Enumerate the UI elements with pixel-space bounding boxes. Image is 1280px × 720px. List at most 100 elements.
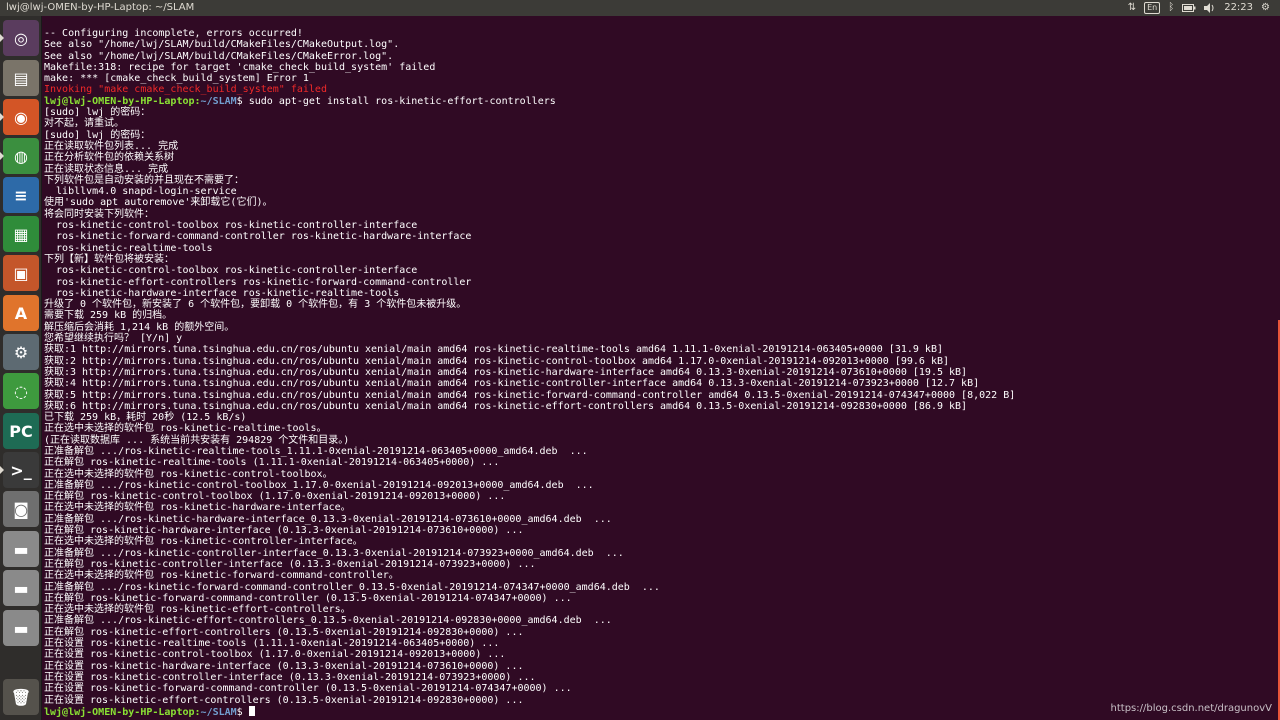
line-text: 正在设置 ros-kinetic-effort-controllers (0.1… bbox=[44, 694, 524, 706]
terminal-line: 正在选中未选择的软件包 ros-kinetic-effort-controlle… bbox=[44, 604, 1276, 615]
launcher-glyph: ▬ bbox=[13, 539, 29, 559]
terminal-line: ros-kinetic-effort-controllers ros-kinet… bbox=[44, 277, 1276, 288]
system-settings-icon[interactable]: ⚙ bbox=[3, 334, 39, 370]
line-text: 需要下载 259 kB 的归档。 bbox=[44, 310, 173, 322]
terminal-line: (正在读取数据库 ... 系统当前共安装有 294829 个文件和目录。) bbox=[44, 435, 1276, 446]
clock[interactable]: 22:23 bbox=[1224, 0, 1253, 16]
terminal-line: ros-kinetic-control-toolbox ros-kinetic-… bbox=[44, 265, 1276, 276]
chrome-icon[interactable]: ◍ bbox=[3, 138, 39, 174]
terminal-line: 正准备解包 .../ros-kinetic-effort-controllers… bbox=[44, 615, 1276, 626]
line-text: See also "/home/lwj/SLAM/build/CMakeFile… bbox=[44, 50, 394, 62]
terminal-line: 正在选中未选择的软件包 ros-kinetic-hardware-interfa… bbox=[44, 502, 1276, 513]
pycharm-icon[interactable]: PC bbox=[3, 413, 39, 449]
drive-3-icon[interactable]: ▬ bbox=[3, 610, 39, 646]
line-text: 获取:6 http://mirrors.tuna.tsinghua.edu.cn… bbox=[44, 400, 968, 412]
terminal-line: 已下载 259 kB，耗时 20秒 (12.5 kB/s) bbox=[44, 412, 1276, 423]
terminal-line: 正在读取软件包列表... 完成 bbox=[44, 141, 1276, 152]
line-text: 正在解包 ros-kinetic-controller-interface (0… bbox=[44, 558, 536, 570]
trash-icon[interactable]: 🗑 bbox=[3, 679, 39, 715]
line-text: ros-kinetic-control-toolbox ros-kinetic-… bbox=[44, 220, 418, 232]
line-text: 正在解包 ros-kinetic-hardware-interface (0.1… bbox=[44, 525, 524, 537]
terminal-line: 您希望继续执行吗？ [Y/n] y bbox=[44, 333, 1276, 344]
launcher-glyph: ▬ bbox=[13, 578, 29, 598]
terminal-line: lwj@lwj-OMEN-by-HP-Laptop:~/SLAM$ bbox=[44, 705, 1276, 718]
line-text: 升级了 0 个软件包，新安装了 6 个软件包，要卸载 0 个软件包，有 3 个软… bbox=[44, 299, 467, 311]
line-text: 正在设置 ros-kinetic-hardware-interface (0.1… bbox=[44, 660, 524, 672]
line-text: 您希望继续执行吗？ [Y/n] y bbox=[44, 333, 183, 345]
network-arrows-icon[interactable]: ⇅ bbox=[1128, 0, 1136, 16]
line-text: 正在选中未选择的软件包 ros-kinetic-controller-inter… bbox=[44, 536, 363, 548]
terminal-line: 获取:1 http://mirrors.tuna.tsinghua.edu.cn… bbox=[44, 344, 1276, 355]
line-text: 使用'sudo apt autoremove'来卸载它(它们)。 bbox=[44, 197, 273, 209]
terminal-line: ros-kinetic-forward-command-controller r… bbox=[44, 231, 1276, 242]
prompt-path: ~/SLAM bbox=[200, 706, 237, 718]
terminal-output[interactable]: -- Configuring incomplete, errors occurr… bbox=[44, 28, 1276, 720]
prompt-path: ~/SLAM bbox=[200, 95, 237, 107]
keyboard-layout-indicator[interactable]: En bbox=[1144, 2, 1161, 14]
line-text: 获取:3 http://mirrors.tuna.tsinghua.edu.cn… bbox=[44, 366, 968, 378]
terminal-line: 获取:5 http://mirrors.tuna.tsinghua.edu.cn… bbox=[44, 390, 1276, 401]
ubuntu-dash-icon[interactable]: ◎ bbox=[3, 20, 39, 56]
line-text: 正在设置 ros-kinetic-control-toolbox (1.17.0… bbox=[44, 649, 506, 661]
terminal-line: Invoking "make cmake_check_build_system"… bbox=[44, 84, 1276, 95]
terminal-line: ros-kinetic-realtime-tools bbox=[44, 243, 1276, 254]
terminal-line: 正在解包 ros-kinetic-controller-interface (0… bbox=[44, 559, 1276, 570]
drive-1-icon[interactable]: ▬ bbox=[3, 531, 39, 567]
line-text: make: *** [cmake_check_build_system] Err… bbox=[44, 73, 309, 85]
line-text: ros-kinetic-realtime-tools bbox=[44, 242, 213, 254]
terminal-line: 正准备解包 .../ros-kinetic-realtime-tools_1.1… bbox=[44, 446, 1276, 457]
battery-icon[interactable] bbox=[1182, 0, 1196, 16]
launcher-glyph: ▬ bbox=[13, 618, 29, 638]
terminal-line: 正在解包 ros-kinetic-hardware-interface (0.1… bbox=[44, 525, 1276, 536]
firefox-icon[interactable]: ◉ bbox=[3, 99, 39, 135]
line-text: 正在解包 ros-kinetic-control-toolbox (1.17.0… bbox=[44, 491, 506, 503]
line-text: 获取:2 http://mirrors.tuna.tsinghua.edu.cn… bbox=[44, 355, 950, 367]
launcher-glyph: ◎ bbox=[14, 28, 28, 48]
calc-icon[interactable]: ▦ bbox=[3, 216, 39, 252]
terminal-line: 正在解包 ros-kinetic-effort-controllers (0.1… bbox=[44, 627, 1276, 638]
update-icon[interactable]: ◌ bbox=[3, 373, 39, 409]
line-text: 已下载 259 kB，耗时 20秒 (12.5 kB/s) bbox=[44, 412, 247, 424]
terminal-line: [sudo] lwj 的密码： bbox=[44, 130, 1276, 141]
volume-icon[interactable] bbox=[1204, 0, 1216, 16]
terminal-line: 获取:3 http://mirrors.tuna.tsinghua.edu.cn… bbox=[44, 367, 1276, 378]
line-text: [sudo] lwj 的密码： bbox=[44, 107, 151, 119]
terminal-line: 正在设置 ros-kinetic-realtime-tools (1.11.1-… bbox=[44, 638, 1276, 649]
terminal-line: 正在选中未选择的软件包 ros-kinetic-forward-command-… bbox=[44, 570, 1276, 581]
terminal-line: 需要下载 259 kB 的归档。 bbox=[44, 310, 1276, 321]
line-text: 获取:5 http://mirrors.tuna.tsinghua.edu.cn… bbox=[44, 389, 1016, 401]
line-text: 正准备解包 .../ros-kinetic-forward-command-co… bbox=[44, 581, 660, 593]
terminal-line: 正在设置 ros-kinetic-effort-controllers (0.1… bbox=[44, 695, 1276, 706]
watermark: https://blog.csdn.net/dragunovV bbox=[1110, 703, 1272, 714]
terminal-line: 升级了 0 个软件包，新安装了 6 个软件包，要卸载 0 个软件包，有 3 个软… bbox=[44, 299, 1276, 310]
terminal-line: 正在设置 ros-kinetic-hardware-interface (0.1… bbox=[44, 661, 1276, 672]
running-indicator bbox=[0, 113, 4, 121]
terminal-line: 正准备解包 .../ros-kinetic-hardware-interface… bbox=[44, 514, 1276, 525]
line-text: 正在解包 ros-kinetic-forward-command-control… bbox=[44, 592, 572, 604]
camera-icon[interactable]: ◙ bbox=[3, 491, 39, 527]
impress-icon[interactable]: ▣ bbox=[3, 255, 39, 291]
launcher-glyph: ≡ bbox=[14, 185, 28, 205]
drive-2-icon[interactable]: ▬ bbox=[3, 570, 39, 606]
line-text: (正在读取数据库 ... 系统当前共安装有 294829 个文件和目录。) bbox=[44, 434, 350, 446]
files-icon[interactable]: ▤ bbox=[3, 60, 39, 96]
line-text: 正在选中未选择的软件包 ros-kinetic-realtime-tools。 bbox=[44, 423, 327, 435]
launcher-glyph: ▣ bbox=[13, 263, 29, 283]
gear-icon[interactable]: ⚙ bbox=[1261, 0, 1270, 16]
terminal-line: ros-kinetic-control-toolbox ros-kinetic-… bbox=[44, 220, 1276, 231]
prompt-symbol: $ bbox=[236, 706, 249, 718]
line-text: ros-kinetic-control-toolbox ros-kinetic-… bbox=[44, 265, 418, 277]
terminal-line: Makefile:318: recipe for target 'cmake_c… bbox=[44, 62, 1276, 73]
launcher-glyph: 🗑 bbox=[10, 687, 32, 707]
launcher-glyph: ◌ bbox=[14, 381, 28, 401]
terminal-line: 正在选中未选择的软件包 ros-kinetic-realtime-tools。 bbox=[44, 423, 1276, 434]
line-text: -- Configuring incomplete, errors occurr… bbox=[44, 28, 303, 39]
software-center-icon[interactable]: A bbox=[3, 295, 39, 331]
line-text: 正在设置 ros-kinetic-controller-interface (0… bbox=[44, 671, 536, 683]
terminal-icon[interactable]: >_ bbox=[3, 452, 39, 488]
bluetooth-icon[interactable]: ᛒ bbox=[1168, 0, 1174, 16]
line-text: 正在解包 ros-kinetic-realtime-tools (1.11.1-… bbox=[44, 457, 500, 469]
writer-icon[interactable]: ≡ bbox=[3, 177, 39, 213]
line-text: 正准备解包 .../ros-kinetic-controller-interfa… bbox=[44, 547, 624, 559]
window-title: lwj@lwj-OMEN-by-HP-Laptop: ~/SLAM bbox=[6, 2, 195, 13]
